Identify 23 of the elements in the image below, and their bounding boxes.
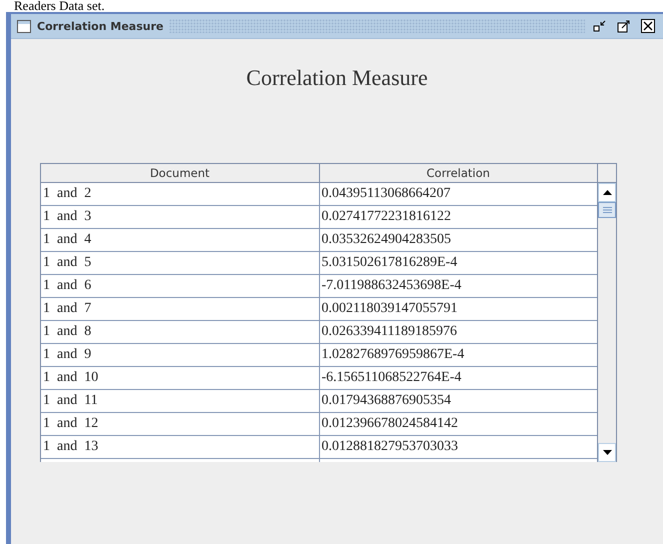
table-cell-text: 1 and 12 [42, 415, 100, 433]
table-cell-text: 1 and 2 [42, 185, 92, 203]
document-text: Readers Data set. [13, 0, 106, 12]
up-arrow-icon [602, 190, 612, 195]
scroll-down-button[interactable] [598, 443, 616, 462]
scroll-up-button[interactable] [598, 183, 616, 202]
table-cell-text: 1 and 9 [42, 346, 92, 364]
heading: Correlation Measure [245, 65, 429, 91]
table-cell-text: 1 and 13 [42, 438, 100, 456]
window-icon [17, 20, 31, 32]
table-cell-text: 1 and 5 [42, 254, 92, 272]
table-cell-text: 1 and 10 [42, 369, 100, 387]
table-cell-text: 1 and 11 [42, 392, 99, 410]
window-title: Correlation Measure [37, 20, 164, 32]
down-arrow-icon [602, 450, 612, 455]
table-cell-text: 1 and 7 [42, 300, 92, 318]
table-cell-text: 1 and 3 [42, 208, 92, 226]
close-button[interactable] [639, 17, 657, 35]
table-cell-text: 1 and 6 [42, 277, 92, 295]
column-header[interactable]: Document [41, 164, 318, 182]
table-cell-text: 1 and 4 [42, 231, 92, 249]
table-cell-text: 1 and 8 [42, 323, 92, 341]
scroll-thumb[interactable] [598, 202, 616, 218]
